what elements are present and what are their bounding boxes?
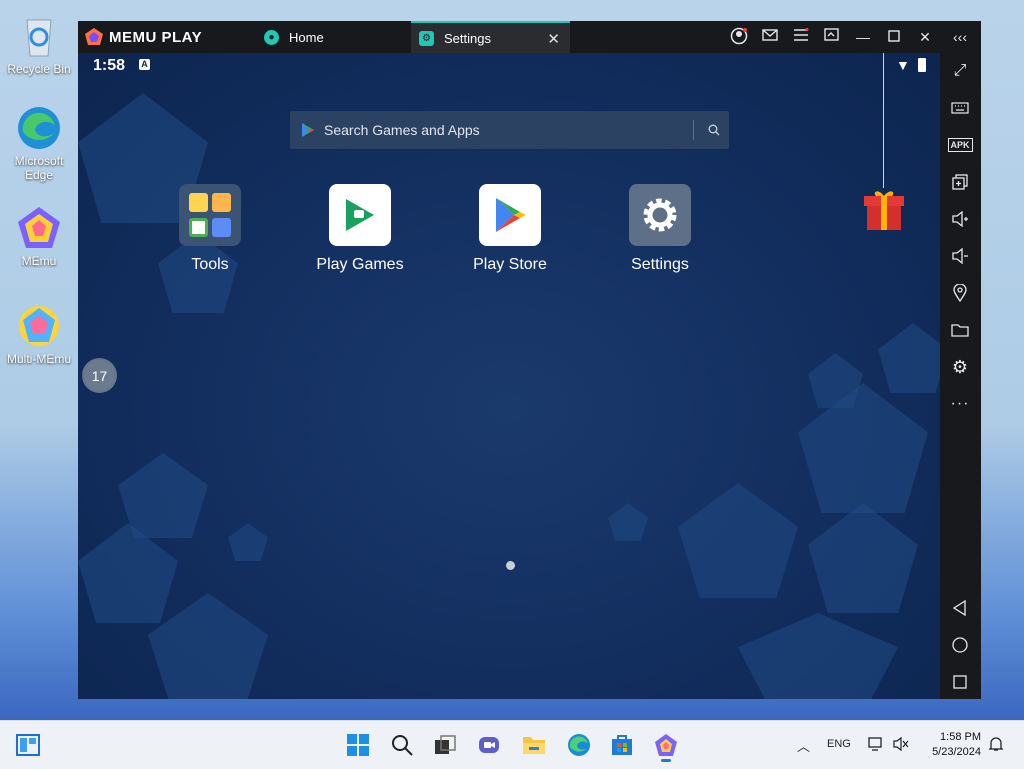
app-play-games[interactable]: Play Games xyxy=(300,184,420,274)
settings-tab-icon: ⚙ xyxy=(419,30,434,46)
battery-icon xyxy=(918,58,926,72)
tab-label: Home xyxy=(289,29,324,45)
search-icon[interactable] xyxy=(708,124,720,136)
desktop-icon-edge[interactable]: Microsoft Edge xyxy=(4,104,74,182)
desktop-icon-label: Multi-MEmu xyxy=(6,352,71,366)
volume-down-icon[interactable] xyxy=(948,244,972,268)
maximize-icon[interactable] xyxy=(884,27,904,47)
tray-time: 1:58 PM xyxy=(940,731,981,743)
taskbar: ︿ ENG 1:58 PM 5/23/2024 xyxy=(0,720,1024,769)
android-status-bar: 1:58 A ▼ xyxy=(78,53,940,79)
title-bar: MEMU PLAY ● Home ⚙ Settings ✕ — ✕ ‹‹‹ xyxy=(78,21,981,53)
notification-bell-icon[interactable] xyxy=(988,736,1004,757)
app-label: Tools xyxy=(191,256,229,273)
edge-icon xyxy=(15,104,63,152)
collapse-sidebar-icon[interactable]: ‹‹‹ xyxy=(950,27,970,47)
back-icon[interactable] xyxy=(948,596,972,620)
floating-badge[interactable]: 17 xyxy=(84,360,115,391)
desktop-icon-label: Recycle Bin xyxy=(7,62,71,76)
desktop-icon-multi-memu[interactable]: Multi-MEmu xyxy=(4,302,74,366)
brand-name: MEMU PLAY xyxy=(109,28,203,46)
play-store-small-icon xyxy=(302,123,314,137)
show-hidden-icons-icon[interactable]: ︿ xyxy=(797,736,810,755)
volume-up-icon[interactable] xyxy=(948,207,972,231)
close-tab-icon[interactable]: ✕ xyxy=(547,30,560,48)
desktop-icon-memu[interactable]: MEmu xyxy=(4,204,74,268)
home-tab-icon: ● xyxy=(264,29,279,45)
play-games-icon xyxy=(329,184,391,246)
play-store-icon xyxy=(479,184,541,246)
home-circle-icon[interactable] xyxy=(948,633,972,657)
memu-icon xyxy=(15,204,63,252)
mail-icon[interactable] xyxy=(760,27,780,47)
search-placeholder: Search Games and Apps xyxy=(324,122,480,138)
floating-badge-value: 17 xyxy=(91,367,108,384)
app-settings[interactable]: Settings xyxy=(600,184,720,274)
app-play-store[interactable]: Play Store xyxy=(450,184,570,274)
app-label: Play Store xyxy=(473,256,547,273)
tab-home[interactable]: ● Home xyxy=(256,21,406,53)
gear-icon[interactable]: ⚙ xyxy=(948,355,972,379)
multi-memu-icon xyxy=(15,302,63,350)
desktop-icon-label: Microsoft Edge xyxy=(14,154,64,182)
recent-apps-icon[interactable] xyxy=(948,670,972,694)
minimize-icon[interactable]: — xyxy=(853,27,873,47)
network-icon[interactable] xyxy=(868,736,884,757)
teams-chat-icon[interactable] xyxy=(477,733,501,757)
tab-settings[interactable]: ⚙ Settings ✕ xyxy=(411,21,570,53)
desktop-icon-recycle-bin[interactable]: Recycle Bin xyxy=(4,12,74,76)
tray-clock[interactable]: 1:58 PM 5/23/2024 xyxy=(925,730,981,760)
notification-icon: A xyxy=(139,59,150,70)
memu-logo: MEMU PLAY xyxy=(84,27,202,47)
gift-icon[interactable] xyxy=(862,188,906,230)
account-icon[interactable] xyxy=(729,27,749,47)
status-clock: 1:58 xyxy=(93,57,126,74)
keyboard-icon[interactable] xyxy=(948,96,972,120)
search-divider xyxy=(693,120,694,140)
task-view-icon[interactable] xyxy=(433,733,457,757)
language-indicator[interactable]: ENG xyxy=(827,738,851,750)
tab-label: Settings xyxy=(444,30,491,46)
search-bar[interactable]: Search Games and Apps xyxy=(290,111,729,149)
folder-icon[interactable] xyxy=(948,318,972,342)
gift-string xyxy=(883,53,884,188)
multi-window-icon[interactable] xyxy=(948,170,972,194)
recycle-bin-icon xyxy=(15,12,63,60)
app-tools[interactable]: Tools xyxy=(150,184,270,274)
apk-icon[interactable]: APK xyxy=(947,133,973,157)
right-toolbar: ⤢ APK ⚙ ··· xyxy=(940,53,981,699)
widgets-icon[interactable] xyxy=(16,733,40,757)
settings-gear-icon xyxy=(629,184,691,246)
tools-folder-icon xyxy=(179,184,241,246)
start-icon[interactable] xyxy=(346,733,370,757)
screen-share-icon[interactable] xyxy=(822,27,842,47)
desktop-icon-label: MEmu xyxy=(21,254,57,268)
app-label: Settings xyxy=(631,256,689,273)
store-icon[interactable] xyxy=(610,733,634,757)
memu-taskbar-icon[interactable] xyxy=(654,733,678,762)
memu-window: MEMU PLAY ● Home ⚙ Settings ✕ — ✕ ‹‹‹ 1:… xyxy=(78,21,981,699)
android-screen: 1:58 A ▼ Search Games and Apps Tools Pla… xyxy=(78,53,940,699)
search-taskbar-icon[interactable] xyxy=(390,733,414,757)
page-indicator-dot xyxy=(506,561,515,570)
menu-icon[interactable] xyxy=(791,27,811,47)
fullscreen-icon[interactable]: ⤢ xyxy=(948,59,972,83)
close-window-icon[interactable]: ✕ xyxy=(915,27,935,47)
location-icon[interactable] xyxy=(948,281,972,305)
more-icon[interactable]: ··· xyxy=(948,392,972,416)
memu-logo-icon xyxy=(85,28,103,45)
wifi-icon: ▼ xyxy=(896,57,910,73)
edge-taskbar-icon[interactable] xyxy=(567,733,591,757)
tray-date: 5/23/2024 xyxy=(932,746,981,758)
file-explorer-icon[interactable] xyxy=(522,733,546,757)
volume-muted-icon[interactable] xyxy=(893,736,909,757)
app-label: Play Games xyxy=(316,256,404,273)
